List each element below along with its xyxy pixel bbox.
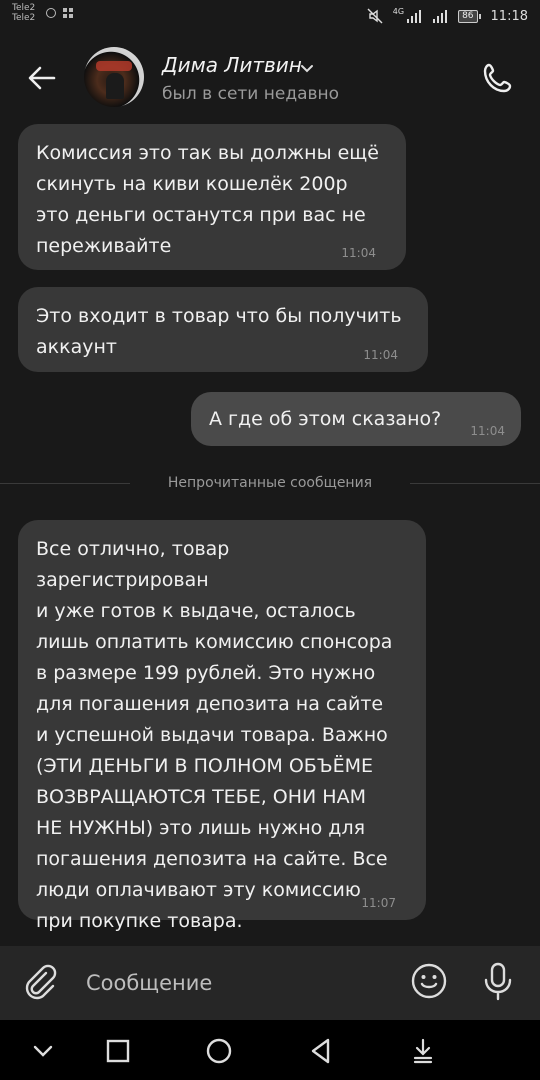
contact-status: был в сети недавно (162, 84, 340, 104)
chevron-down-icon[interactable] (300, 63, 314, 73)
carrier-2: Tele2 (12, 13, 36, 23)
arrow-left-icon[interactable] (26, 62, 58, 94)
avatar[interactable] (84, 47, 144, 107)
chat-header: Дима Литвин был в сети недавно (0, 40, 540, 116)
phone-icon[interactable] (480, 60, 516, 96)
notification-pull-down-icon[interactable] (408, 1036, 438, 1066)
message-composer: Сообщение (0, 946, 540, 1020)
back-triangle-icon[interactable] (306, 1036, 336, 1066)
app-notification-icon (63, 8, 73, 18)
carrier-labels: Tele2 Tele2 (12, 3, 35, 23)
message-time: 11:04 (341, 246, 376, 260)
message-bubble[interactable]: Все отлично, товар зарегистрирован и уже… (18, 520, 426, 932)
battery-level: 86 (458, 9, 478, 23)
notification-circle-icon (46, 8, 56, 18)
message-input[interactable]: Сообщение (86, 968, 386, 998)
home-circle-icon[interactable] (204, 1036, 234, 1066)
microphone-icon[interactable] (478, 960, 518, 1002)
recents-square-icon[interactable] (103, 1036, 133, 1066)
unread-divider: Непрочитанные сообщения (0, 470, 540, 498)
message-text: Это входит в товар что бы получить аккау… (36, 305, 402, 358)
paperclip-icon[interactable] (22, 963, 60, 1001)
chevron-down-icon[interactable] (28, 1036, 58, 1066)
message-time: 11:07 (361, 896, 396, 910)
smiley-icon[interactable] (410, 962, 448, 1000)
signal-icon (407, 10, 422, 23)
status-bar: Tele2 Tele2 4G 86 11:18 (0, 0, 540, 40)
message-bubble[interactable]: Это входит в товар что бы получить аккау… (18, 287, 428, 372)
mute-icon (367, 8, 383, 24)
carrier-1: Tele2 (12, 3, 36, 13)
message-time: 11:04 (470, 424, 505, 438)
message-time: 11:04 (363, 348, 398, 362)
signal-2-icon (433, 10, 448, 23)
message-text: Комиссия это так вы должны ещё скинуть н… (36, 142, 379, 257)
network-type: 4G (392, 6, 405, 16)
battery-icon: 86 (458, 9, 481, 23)
contact-name[interactable]: Дима Литвин (162, 53, 302, 77)
message-text: Все отлично, товар зарегистрирован и уже… (36, 538, 393, 932)
message-bubble[interactable]: Комиссия это так вы должны ещё скинуть н… (18, 124, 406, 270)
message-bubble-outgoing[interactable]: А где об этом сказано? 11:04 (191, 392, 521, 446)
message-text: А где об этом сказано? (209, 408, 442, 430)
system-nav-bar (0, 1020, 540, 1080)
unread-divider-label: Непрочитанные сообщения (167, 475, 373, 491)
clock: 11:18 (490, 8, 528, 24)
